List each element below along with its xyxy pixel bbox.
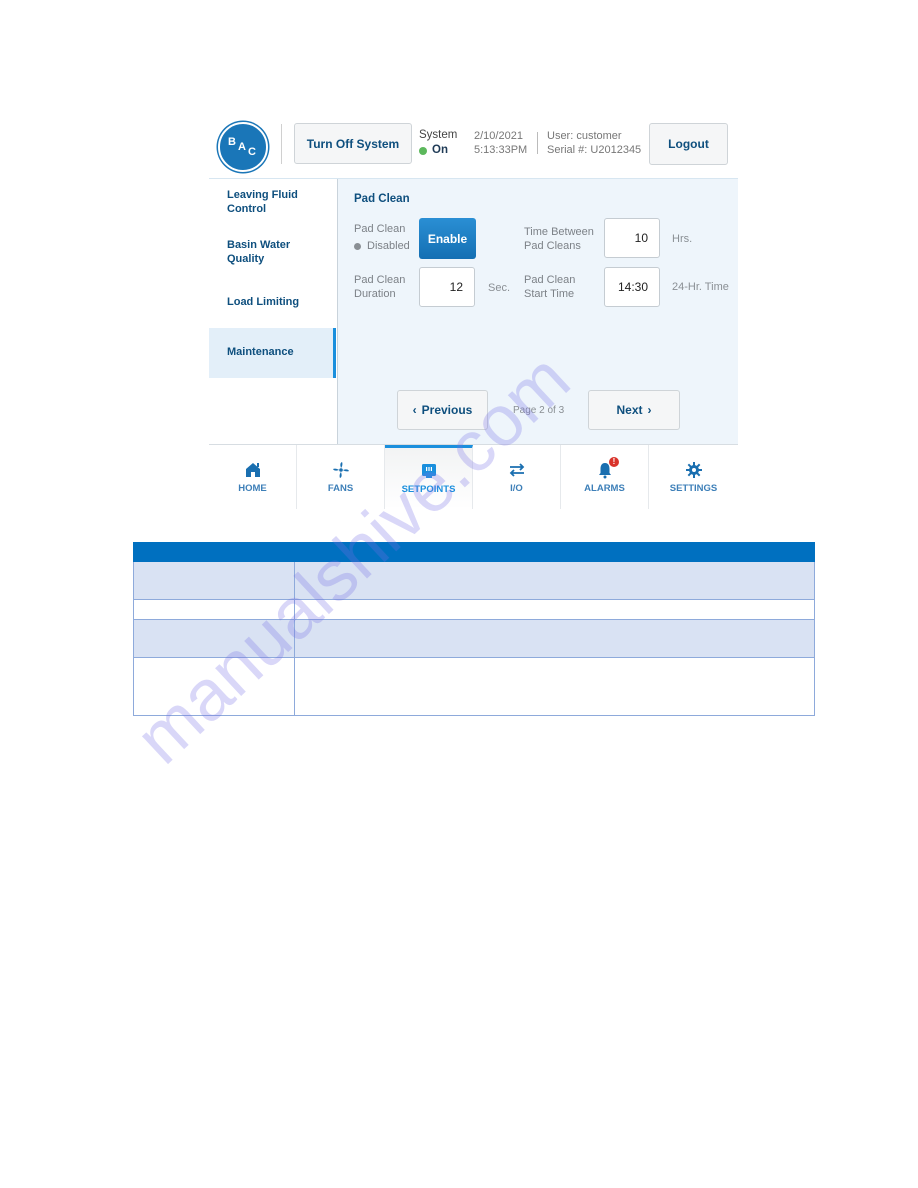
time-between-label: Time Between Pad Cleans: [524, 226, 594, 252]
header-bar: B A C Turn Off System System On 2/10/202…: [209, 114, 738, 179]
system-status-value: On: [432, 144, 448, 156]
svg-text:A: A: [238, 141, 246, 153]
chevron-left-icon: ‹: [412, 403, 417, 417]
table-cell: [133, 561, 295, 600]
next-button[interactable]: Next ›: [588, 390, 680, 430]
duration-input[interactable]: 12: [419, 267, 475, 307]
sidebar-item-leaving-fluid-control[interactable]: Leaving Fluid Control: [209, 189, 319, 216]
gear-icon: [685, 461, 702, 478]
status-dot-icon: [419, 146, 427, 155]
nav-setpoints[interactable]: SETPOINTS: [385, 445, 473, 509]
table-row: [133, 619, 815, 658]
sidebar-item-load-limiting[interactable]: Load Limiting: [209, 296, 336, 310]
table-cell: [294, 599, 815, 620]
nav-alarms[interactable]: ! ALARMS: [561, 445, 649, 509]
pad-clean-status-text: Disabled: [367, 240, 410, 252]
serial-text: Serial #: U2012345: [547, 143, 642, 156]
svg-text:C: C: [248, 146, 256, 158]
user-text: User: customer: [547, 130, 622, 142]
duration-unit: Sec.: [488, 282, 511, 294]
bac-logo-icon: B A C: [228, 136, 256, 158]
swap-arrows-icon: [509, 462, 524, 477]
page-indicator: Page 2 of 3: [513, 405, 565, 416]
document-table: [133, 542, 815, 716]
fan-icon: [332, 461, 349, 478]
logout-button[interactable]: Logout: [649, 123, 728, 165]
table-cell: [294, 561, 815, 600]
table-row: [133, 599, 815, 620]
time-text: 5:13:33PM: [474, 143, 528, 156]
section-title: Pad Clean: [354, 193, 410, 205]
svg-text:B: B: [228, 136, 236, 148]
table-cell: [133, 619, 295, 658]
time-between-input[interactable]: 10: [604, 218, 660, 258]
nav-fans[interactable]: FANS: [297, 445, 385, 509]
chevron-right-icon: ›: [647, 403, 652, 417]
bac-logo: B A C: [218, 122, 268, 172]
date-text: 2/10/2021: [474, 130, 523, 142]
datetime: 2/10/2021 5:13:33PM: [474, 130, 527, 157]
pad-clean-panel: Pad Clean Pad Clean Disabled Enable Pad …: [338, 179, 738, 444]
sidebar: Leaving Fluid Control Basin Water Qualit…: [209, 179, 338, 444]
previous-button[interactable]: ‹ Previous: [397, 390, 488, 430]
start-time-label: Pad Clean Start Time: [524, 274, 576, 300]
status-dot-icon: [354, 242, 361, 250]
table-cell: [133, 599, 295, 620]
table-cell: [294, 657, 815, 716]
header-separator: [537, 132, 538, 154]
table-cell: [133, 657, 295, 716]
table-header-cell: [294, 542, 815, 562]
table-row: [133, 561, 815, 600]
setpoints-icon: [421, 464, 436, 478]
header-divider: [281, 124, 282, 164]
table-row: [133, 657, 815, 716]
start-time-input[interactable]: 14:30: [604, 267, 660, 307]
sidebar-item-maintenance[interactable]: Maintenance: [209, 328, 336, 378]
turn-off-system-button[interactable]: Turn Off System: [294, 123, 412, 164]
table-cell: [294, 619, 815, 658]
table-header-cell: [133, 542, 295, 562]
system-status: System On: [419, 128, 457, 158]
start-time-unit: 24-Hr. Time: [672, 281, 729, 293]
time-between-unit: Hrs.: [672, 233, 693, 245]
home-icon: [245, 462, 260, 477]
bottom-nav: HOME FANS SETPOINTS I/O ! ALARMS SETTING…: [209, 444, 738, 509]
pad-clean-label: Pad Clean: [354, 223, 406, 235]
sidebar-item-label: Maintenance: [227, 346, 294, 359]
alarm-badge: !: [609, 457, 619, 467]
system-label: System: [419, 129, 458, 141]
duration-label: Pad Clean Duration: [354, 274, 406, 300]
user-info: User: customer Serial #: U2012345: [547, 130, 641, 157]
sidebar-item-basin-water-quality[interactable]: Basin Water Quality: [209, 239, 309, 266]
nav-home[interactable]: HOME: [209, 445, 297, 509]
enable-button[interactable]: Enable: [419, 218, 476, 259]
pad-clean-status: Disabled: [354, 239, 410, 253]
nav-settings[interactable]: SETTINGS: [649, 445, 738, 509]
controller-screen: B A C Turn Off System System On 2/10/202…: [209, 114, 738, 509]
nav-io[interactable]: I/O: [473, 445, 561, 509]
table-header-row: [133, 542, 815, 562]
